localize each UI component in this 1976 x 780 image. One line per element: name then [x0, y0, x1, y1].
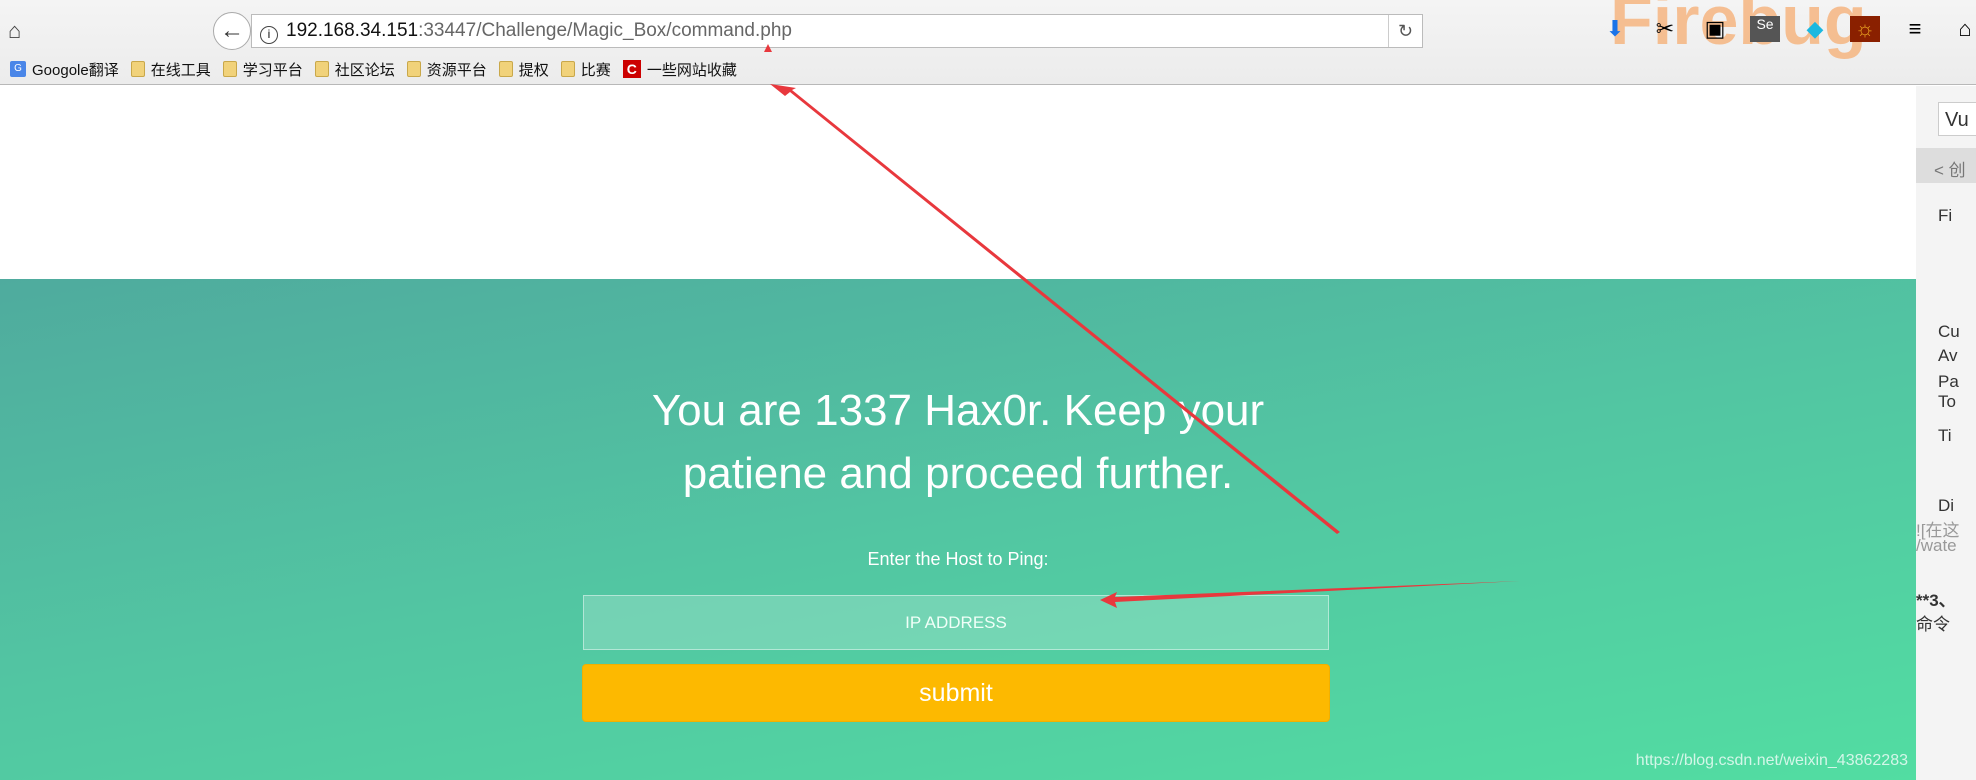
folder-icon: [498, 61, 513, 77]
screenshot-icon[interactable]: ✂: [1650, 16, 1680, 42]
sidebar-icon[interactable]: ▣: [1700, 16, 1730, 42]
side-item: Ti: [1938, 426, 1952, 445]
bookmarks-bar: G Googole翻译 在线工具 学习平台 社区论坛 资源平台 提权 比赛 C 一些…: [10, 56, 737, 82]
side-field[interactable]: Vu: [1938, 102, 1976, 136]
side-item: Di: [1938, 496, 1955, 515]
bookmark-item[interactable]: 提权: [498, 59, 549, 80]
side-item: Pa: [1938, 372, 1959, 391]
selenium-icon[interactable]: Se: [1750, 16, 1780, 42]
url-bar[interactable]: i 192.168.34.151:33447/Challenge/Magic_Bo…: [251, 14, 1423, 48]
side-panel: Go Vu < 创 Fi Cu Av Pa To Ti Di ![在这 /wat…: [1916, 86, 1976, 780]
watermark: https://blog.csdn.net/weixin_43862283: [1635, 752, 1908, 769]
google-translate-icon: G: [10, 61, 26, 77]
bookmark-item[interactable]: G Googole翻译: [10, 59, 119, 80]
download-icon[interactable]: ⬇: [1600, 16, 1630, 42]
side-back-button[interactable]: < 创: [1916, 148, 1976, 183]
reload-icon[interactable]: ↻: [1388, 15, 1422, 47]
extension-icon[interactable]: ◆: [1800, 16, 1830, 42]
firebug-icon[interactable]: ☼: [1850, 16, 1880, 42]
bookmark-label: 学习平台: [242, 61, 303, 79]
url-host: 192.168.34.151: [286, 20, 419, 41]
folder-icon: [222, 61, 237, 77]
bookmark-item[interactable]: C 一些网站收藏: [622, 59, 737, 80]
bookmark-label: 社区论坛: [334, 61, 395, 79]
url-path: :33447/Challenge/Magic_Box/command.php: [418, 20, 792, 41]
folder-icon: [406, 61, 421, 77]
info-icon[interactable]: i: [260, 26, 278, 44]
folder-icon: [560, 61, 575, 77]
folder-icon: [130, 61, 145, 77]
bookmark-item[interactable]: 在线工具: [130, 59, 211, 80]
hero-section: You are 1337 Hax0r. Keep your patiene and…: [0, 279, 1916, 780]
page-heading: You are 1337 Hax0r. Keep your patiene and…: [0, 379, 1916, 505]
ip-address-input[interactable]: [583, 595, 1329, 650]
bookmark-item[interactable]: 比赛: [560, 59, 611, 80]
page-content: You are 1337 Hax0r. Keep your patiene and…: [0, 86, 1916, 780]
side-item: Av: [1938, 346, 1958, 365]
menu-icon[interactable]: ≡: [1900, 16, 1930, 42]
bookmark-label: 提权: [518, 61, 549, 79]
side-item: Cu: [1938, 322, 1960, 341]
bookmark-label: 资源平台: [426, 61, 487, 79]
bookmark-label: 比赛: [580, 61, 611, 79]
bookmark-item[interactable]: 学习平台: [222, 59, 303, 80]
folder-icon: [314, 61, 329, 77]
bookmark-label: Googole翻译: [32, 61, 119, 79]
browser-toolbar: ⌂ ← i 192.168.34.151:33447/Challenge/Magi…: [0, 0, 1976, 85]
side-item: **3、: [1916, 591, 1956, 610]
bookmark-label: 在线工具: [150, 61, 211, 79]
back-button[interactable]: ←: [213, 12, 251, 50]
side-item: /wate: [1916, 536, 1957, 555]
host-label: Enter the Host to Ping:: [867, 549, 1049, 569]
side-item: To: [1938, 392, 1956, 411]
bookmark-item[interactable]: 社区论坛: [314, 59, 395, 80]
csdn-icon: C: [622, 60, 641, 78]
home-icon[interactable]: ⌂: [1950, 16, 1976, 42]
bookmark-label: 一些网站收藏: [646, 61, 737, 79]
bookmark-item[interactable]: 资源平台: [406, 59, 487, 80]
home-icon[interactable]: ⌂: [8, 18, 21, 44]
heading-line: patiene and proceed further.: [682, 449, 1234, 498]
side-item: Fi: [1938, 206, 1953, 225]
side-item: 命令: [1916, 615, 1950, 634]
submit-button[interactable]: submit: [582, 664, 1330, 722]
heading-line: You are 1337 Hax0r. Keep your: [651, 386, 1265, 435]
